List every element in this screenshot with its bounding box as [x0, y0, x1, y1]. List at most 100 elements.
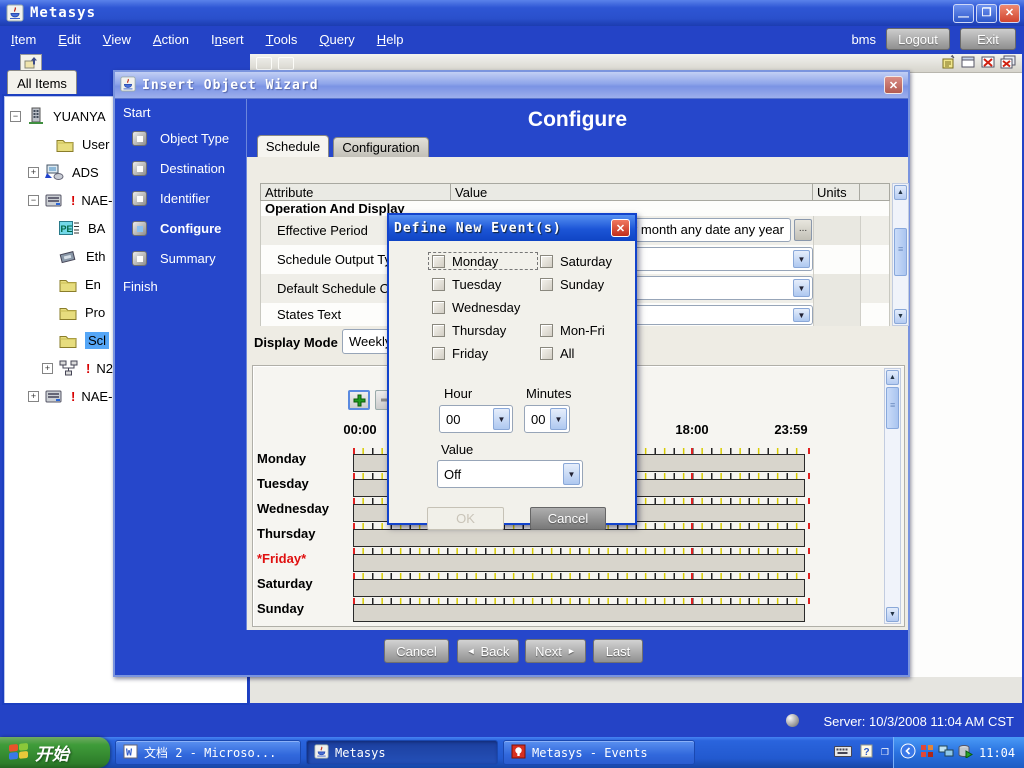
checkbox-icon[interactable]: [540, 255, 553, 268]
expand-icon[interactable]: +: [42, 363, 53, 374]
checkbox-icon[interactable]: [540, 347, 553, 360]
checkbox-icon[interactable]: [432, 278, 445, 291]
network-icon[interactable]: [938, 744, 954, 761]
expand-icon[interactable]: +: [28, 391, 39, 402]
nav-step-object-type[interactable]: Object Type: [115, 123, 246, 153]
mdi-ghost-button[interactable]: [278, 57, 294, 70]
hour-combo[interactable]: 00▼: [439, 405, 513, 433]
value-combo[interactable]: Off▼: [437, 460, 583, 488]
ellipsis-button[interactable]: ...: [794, 219, 812, 241]
nav-step-configure-active[interactable]: Configure: [115, 213, 246, 243]
checkbox-all[interactable]: All: [537, 345, 615, 361]
expand-icon[interactable]: +: [28, 167, 39, 178]
close-icon[interactable]: ✕: [999, 4, 1020, 23]
scroll-up-icon[interactable]: ▲: [886, 370, 899, 385]
last-button[interactable]: Last: [593, 639, 643, 663]
tab-configuration[interactable]: Configuration: [333, 137, 429, 157]
task-metasys-events[interactable]: Metasys - Events: [503, 740, 695, 765]
alarm-grid-icon[interactable]: [920, 744, 934, 761]
menu-insert[interactable]: Insert: [200, 26, 255, 52]
scroll-up-icon[interactable]: ▲: [894, 185, 907, 200]
scrollbar-thumb[interactable]: [886, 387, 899, 429]
logout-button[interactable]: Logout: [886, 28, 950, 50]
checkbox-icon[interactable]: [432, 301, 445, 314]
menu-tools[interactable]: Tools: [255, 26, 309, 52]
close-icon[interactable]: ✕: [884, 76, 903, 94]
tab-all-items[interactable]: All Items: [7, 70, 77, 95]
menu-query[interactable]: Query: [308, 26, 365, 52]
add-event-button[interactable]: [348, 390, 370, 410]
tab-schedule[interactable]: Schedule: [257, 135, 329, 157]
cancel-button[interactable]: Cancel: [384, 639, 449, 663]
tree-label-selected[interactable]: Scl: [85, 332, 109, 349]
menu-help[interactable]: Help: [366, 26, 415, 52]
task-word-document[interactable]: W 文档 2 - Microso...: [115, 740, 301, 765]
table-scrollbar[interactable]: ▲ ▼: [892, 183, 909, 326]
tree-label[interactable]: N2: [96, 361, 113, 376]
task-metasys[interactable]: Metasys: [306, 740, 498, 765]
chevron-down-icon[interactable]: ▼: [563, 463, 580, 485]
close-window-icon[interactable]: [980, 54, 996, 73]
menu-view[interactable]: View: [92, 26, 142, 52]
scroll-down-icon[interactable]: ▼: [894, 309, 907, 324]
exit-button[interactable]: Exit: [960, 28, 1016, 50]
nav-step-summary[interactable]: Summary: [115, 243, 246, 273]
chevron-down-icon[interactable]: ▼: [793, 308, 810, 322]
close-all-windows-icon[interactable]: [1000, 54, 1016, 73]
minutes-combo[interactable]: 00▼: [524, 405, 570, 433]
home-toolbar-button[interactable]: [20, 54, 42, 71]
schedule-track[interactable]: [353, 573, 813, 598]
keyboard-icon[interactable]: [834, 745, 852, 761]
checkbox-icon[interactable]: [432, 324, 445, 337]
minimize-icon[interactable]: —: [953, 4, 974, 23]
close-icon[interactable]: ✕: [611, 219, 630, 237]
checkbox-saturday[interactable]: Saturday: [537, 253, 615, 269]
menu-action[interactable]: Action: [142, 26, 200, 52]
checkbox-mon-fri[interactable]: Mon-Fri: [537, 322, 615, 338]
dialog-titlebar[interactable]: Define New Event(s) ✕: [389, 215, 635, 241]
checkbox-monday[interactable]: Monday: [429, 253, 537, 269]
restore-mini-icon[interactable]: ❐: [881, 747, 889, 758]
ok-button-disabled[interactable]: OK: [427, 507, 504, 530]
back-button[interactable]: ◄Back: [457, 639, 519, 663]
checkbox-friday[interactable]: Friday: [429, 345, 537, 361]
collapse-icon[interactable]: −: [28, 195, 39, 206]
database-run-icon[interactable]: [958, 744, 973, 761]
start-button[interactable]: 开始: [0, 737, 110, 768]
checkbox-icon[interactable]: [540, 278, 553, 291]
window-icon[interactable]: [960, 54, 976, 73]
mdi-ghost-button[interactable]: [256, 57, 272, 70]
checkbox-icon[interactable]: [540, 324, 553, 337]
tree-label[interactable]: En: [85, 277, 101, 292]
cancel-button[interactable]: Cancel: [530, 507, 606, 530]
checkbox-icon[interactable]: [432, 347, 445, 360]
chevron-down-icon[interactable]: ▼: [550, 408, 567, 430]
schedule-track[interactable]: [353, 548, 813, 573]
checkbox-wednesday[interactable]: Wednesday: [429, 299, 537, 315]
schedule-scrollbar[interactable]: ▲ ▼: [884, 368, 901, 624]
checkbox-thursday[interactable]: Thursday: [429, 322, 537, 338]
tree-label[interactable]: BA: [88, 221, 105, 236]
tree-label[interactable]: Pro: [85, 305, 105, 320]
checkbox-icon[interactable]: [432, 255, 445, 268]
restore-icon[interactable]: ❐: [976, 4, 997, 23]
next-button[interactable]: Next►: [525, 639, 586, 663]
chevron-down-icon[interactable]: ▼: [793, 250, 810, 268]
checkbox-tuesday[interactable]: Tuesday: [429, 276, 537, 292]
menu-edit[interactable]: Edit: [47, 26, 91, 52]
new-view-icon[interactable]: [940, 54, 956, 73]
input-help-icon[interactable]: ?: [860, 744, 873, 761]
scrollbar-thumb[interactable]: [894, 228, 907, 276]
tree-label[interactable]: ADS: [72, 165, 99, 180]
tree-label[interactable]: Eth: [86, 249, 106, 264]
scroll-down-icon[interactable]: ▼: [886, 607, 899, 622]
schedule-track[interactable]: [353, 598, 813, 623]
chevron-down-icon[interactable]: ▼: [793, 279, 810, 297]
tree-label[interactable]: YUANYA: [53, 109, 106, 124]
collapse-icon[interactable]: −: [10, 111, 21, 122]
chevron-down-icon[interactable]: ▼: [493, 408, 510, 430]
wizard-titlebar[interactable]: Insert Object Wizard ✕: [115, 72, 908, 99]
hide-icons-chevron-icon[interactable]: [900, 743, 916, 762]
nav-step-identifier[interactable]: Identifier: [115, 183, 246, 213]
nav-step-destination[interactable]: Destination: [115, 153, 246, 183]
